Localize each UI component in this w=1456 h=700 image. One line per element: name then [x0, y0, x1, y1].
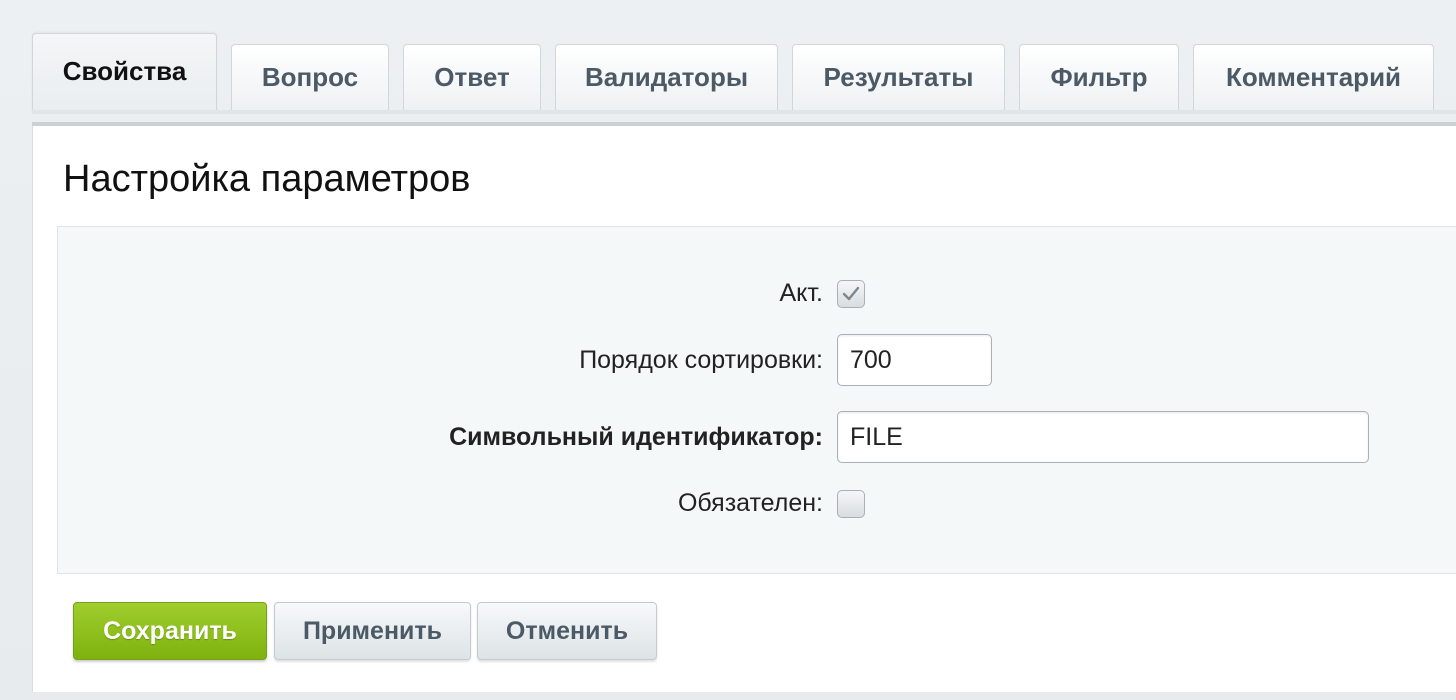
tab-results[interactable]: Результаты — [792, 44, 1005, 110]
checkmark-icon — [842, 286, 860, 300]
tab-bar: Свойства Вопрос Ответ Валидаторы Результ… — [0, 0, 1456, 126]
tab-filter[interactable]: Фильтр — [1019, 44, 1179, 110]
sort-label: Порядок сортировки: — [579, 345, 823, 374]
tab-answer[interactable]: Ответ — [403, 44, 541, 110]
apply-button[interactable]: Применить — [274, 602, 471, 660]
tab-question[interactable]: Вопрос — [231, 44, 389, 110]
code-row: Символьный идентификатор: — [58, 411, 1456, 463]
tab-comment[interactable]: Комментарий — [1193, 44, 1434, 110]
sort-input[interactable] — [837, 334, 992, 386]
required-checkbox[interactable] — [837, 489, 865, 518]
tab-validators[interactable]: Валидаторы — [555, 44, 778, 110]
tab-divider — [32, 110, 1456, 114]
code-label: Символьный идентификатор: — [449, 422, 823, 451]
settings-panel: Настройка параметров Акт. Порядок сортир… — [32, 126, 1456, 692]
tab-properties[interactable]: Свойства — [32, 33, 217, 113]
active-label: Акт. — [779, 279, 823, 307]
required-label: Обязателен: — [677, 489, 823, 517]
settings-form: Акт. Порядок сортировки: Символьный иден… — [57, 226, 1456, 574]
cancel-button[interactable]: Отменить — [477, 602, 657, 660]
page-title: Настройка параметров — [63, 158, 471, 200]
required-row: Обязателен: — [58, 489, 1456, 518]
active-checkbox[interactable] — [837, 279, 865, 308]
code-input[interactable] — [837, 411, 1369, 463]
sort-row: Порядок сортировки: — [58, 334, 1456, 386]
active-row: Акт. — [58, 279, 1456, 308]
save-button[interactable]: Сохранить — [73, 602, 267, 660]
